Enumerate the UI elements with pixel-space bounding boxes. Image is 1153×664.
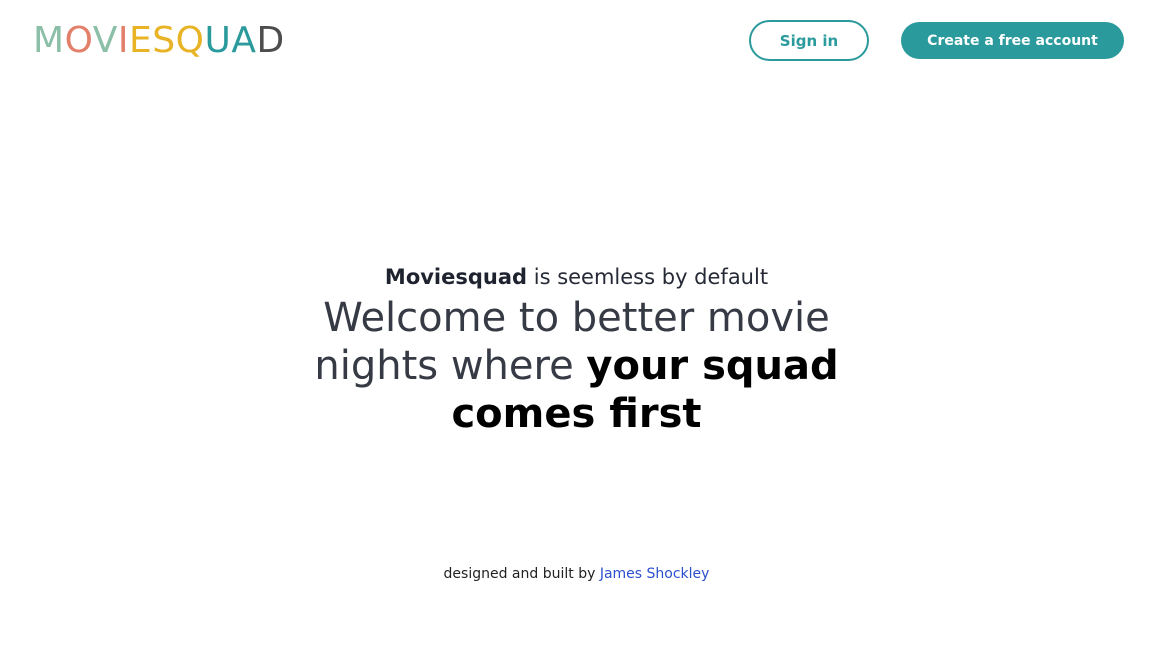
logo-letter: V [93,20,118,61]
author-link[interactable]: James Shockley [600,566,710,582]
headline: Welcome to better movie nights where you… [297,294,857,438]
logo-letter: S [152,20,175,61]
tagline: Moviesquad is seemless by default [0,262,1153,292]
sign-in-button[interactable]: Sign in [749,20,869,61]
footer-credit: designed and built by James Shockley [0,566,1153,582]
logo-letter: I [118,20,129,61]
tagline-text: is seemless by default [527,265,769,289]
logo-letter: O [65,20,93,61]
logo-letter: D [256,20,284,61]
hero: Moviesquad is seemless by default Welcom… [0,262,1153,438]
logo-letter: U [204,20,231,61]
logo-letter: A [231,20,256,61]
credit-text: designed and built by [443,566,600,582]
logo-wordmark: MOVIESQUAD [33,20,285,61]
logo[interactable]: MOVIESQUAD [33,16,308,64]
tagline-brand: Moviesquad [384,265,528,289]
logo-letter: M [33,20,65,61]
svg-text:MOVIESQUAD: MOVIESQUAD [33,20,285,61]
logo-letter: Q [176,20,205,61]
logo-letter: E [129,20,152,61]
create-account-button[interactable]: Create a free account [901,22,1124,59]
